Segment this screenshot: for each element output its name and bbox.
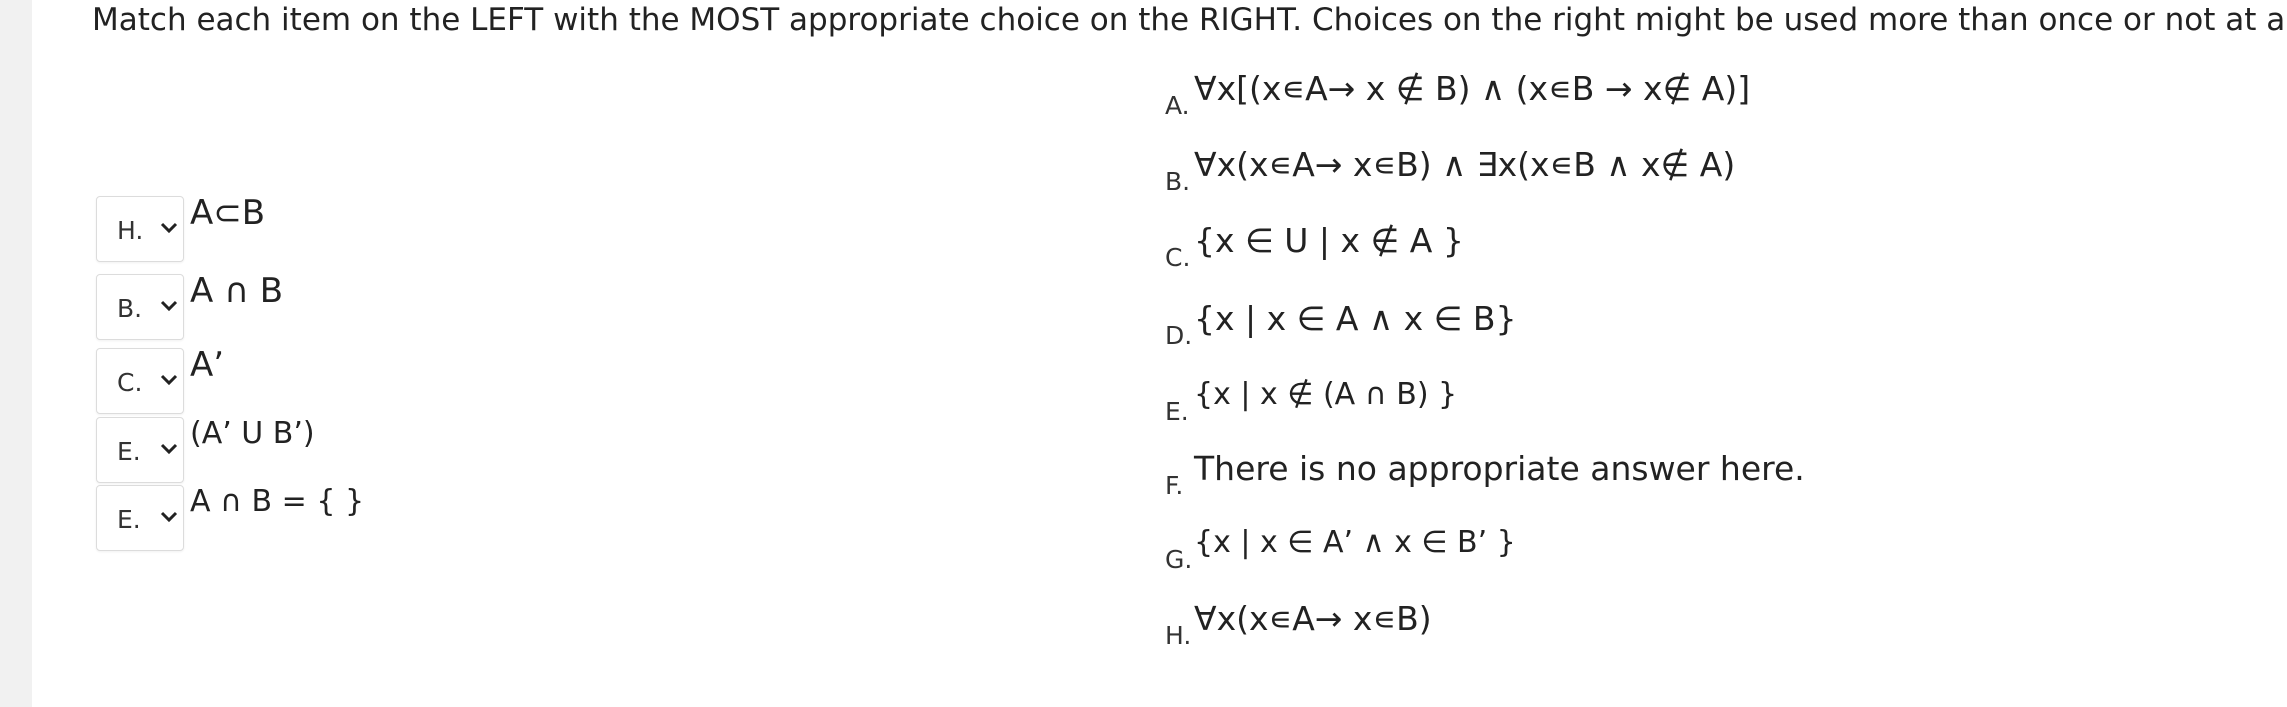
choice-letter: H. bbox=[1165, 621, 1192, 650]
selected-answer: E. bbox=[117, 437, 141, 466]
prompt-text: A’ bbox=[190, 345, 225, 385]
chevron-down-icon bbox=[160, 511, 178, 523]
choice-text: {x | x ∈ A’ ∧ x ∈ B’ } bbox=[1194, 525, 1516, 560]
answer-select[interactable]: H. bbox=[96, 196, 184, 262]
selected-answer: B. bbox=[117, 294, 143, 323]
choice-letter: C. bbox=[1165, 243, 1191, 272]
chevron-down-icon bbox=[160, 374, 178, 386]
chevron-down-icon bbox=[160, 222, 178, 234]
choice-letter: G. bbox=[1165, 545, 1193, 574]
question-instructions: Match each item on the LEFT with the MOS… bbox=[92, 2, 2287, 38]
choice-text: ∀x(x∊A→ x∊B) bbox=[1194, 599, 1432, 638]
choice-text: {x | x ∉ (A ∩ B) } bbox=[1194, 377, 1458, 412]
choice-text: ∀x(x∊A→ x∊B) ∧ ∃x(x∊B ∧ x∉ A) bbox=[1194, 145, 1736, 184]
prompt-text: A ∩ B bbox=[190, 271, 284, 311]
choice-letter: E. bbox=[1165, 397, 1189, 426]
choice-text: {x ∈ U | x ∉ A } bbox=[1194, 221, 1464, 260]
selected-answer: C. bbox=[117, 368, 143, 397]
prompt-text: A⊂B bbox=[190, 193, 266, 233]
page-left-margin bbox=[0, 0, 32, 707]
choice-letter: B. bbox=[1165, 167, 1191, 196]
choice-text: There is no appropriate answer here. bbox=[1194, 449, 1805, 488]
choice-text: ∀x[(x∊A→ x ∉ B) ∧ (x∊B → x∉ A)] bbox=[1194, 69, 1751, 108]
chevron-down-icon bbox=[160, 300, 178, 312]
choice-letter: A. bbox=[1165, 91, 1190, 120]
choice-text: {x | x ∈ A ∧ x ∈ B} bbox=[1194, 299, 1517, 338]
selected-answer: E. bbox=[117, 505, 141, 534]
answer-select[interactable]: C. bbox=[96, 348, 184, 414]
answer-select[interactable]: E. bbox=[96, 485, 184, 551]
answer-select[interactable]: E. bbox=[96, 417, 184, 483]
prompt-text: (A’ U B’) bbox=[190, 416, 315, 451]
choice-letter: D. bbox=[1165, 321, 1193, 350]
answer-select[interactable]: B. bbox=[96, 274, 184, 340]
chevron-down-icon bbox=[160, 443, 178, 455]
choice-letter: F. bbox=[1165, 471, 1184, 500]
selected-answer: H. bbox=[117, 216, 144, 245]
prompt-text: A ∩ B = { } bbox=[190, 484, 365, 519]
